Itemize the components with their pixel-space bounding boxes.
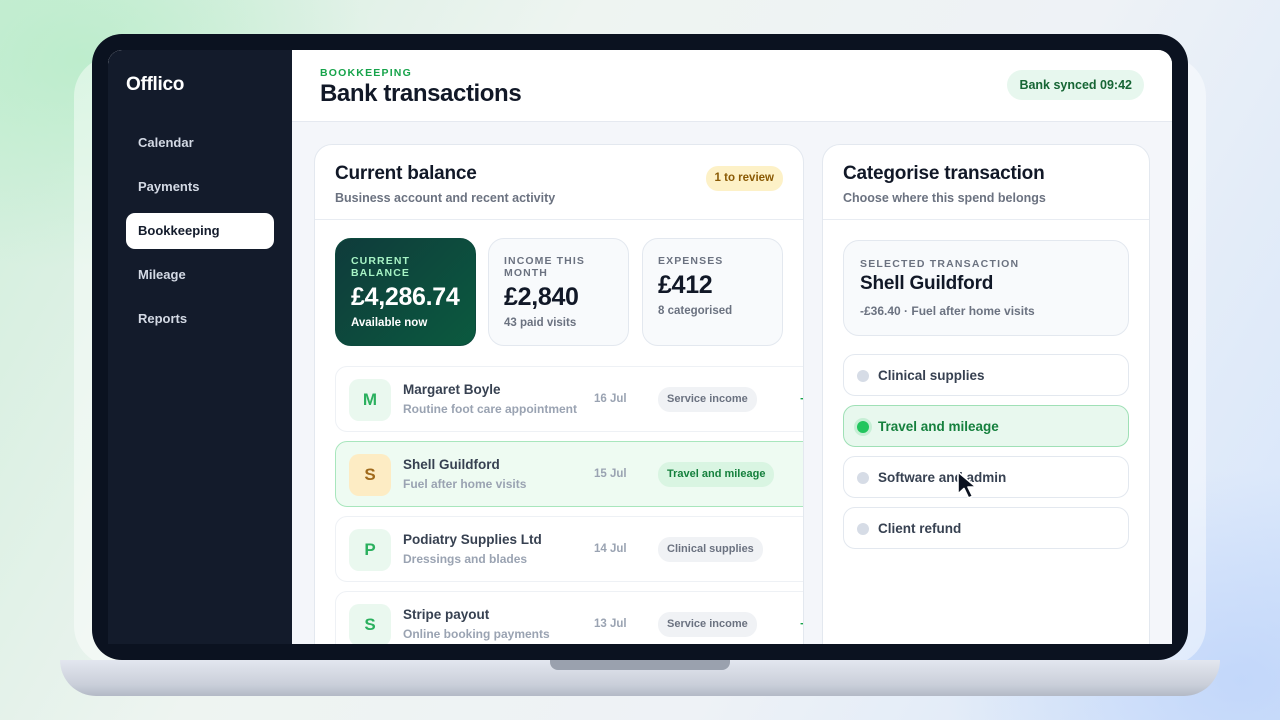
- selected-transaction: SELECTED TRANSACTION Shell Guildford -£3…: [843, 240, 1129, 336]
- categorise-card-title: Categorise transaction: [843, 163, 1045, 184]
- bank-sync-badge: Bank synced 09:42: [1007, 70, 1144, 100]
- transaction-amount: +: [800, 616, 803, 631]
- transaction-row[interactable]: S Stripe payout Online booking payments …: [335, 591, 803, 644]
- stat-foot: 8 categorised: [658, 305, 733, 317]
- expenses-tile: EXPENSES £412 8 categorised: [642, 238, 783, 346]
- selected-transaction-detail: -£36.40 · Fuel after home visits: [860, 304, 1035, 318]
- category-option-travel-and-mileage[interactable]: Travel and mileage: [843, 405, 1129, 447]
- sidebar-item-payments[interactable]: Payments: [126, 169, 274, 205]
- sidebar-item-reports[interactable]: Reports: [126, 301, 274, 337]
- sidebar: Offlico Calendar Payments Bookkeeping Mi…: [108, 50, 292, 644]
- category-option-label: Clinical supplies: [878, 368, 985, 383]
- stat-value: £4,286.74: [351, 283, 460, 311]
- page-title: Bank transactions: [320, 80, 522, 107]
- transaction-row[interactable]: M Margaret Boyle Routine foot care appoi…: [335, 366, 803, 432]
- category-option-software-and-admin[interactable]: Software and admin: [843, 456, 1129, 498]
- laptop-notch: [550, 660, 730, 670]
- transaction-description: Fuel after home visits: [403, 477, 527, 491]
- brand-logo: Offlico: [126, 74, 185, 95]
- stat-label: EXPENSES: [658, 255, 724, 267]
- transaction-name: Stripe payout: [403, 607, 490, 622]
- avatar: P: [349, 529, 391, 571]
- radio-dot-icon: [857, 523, 869, 535]
- transaction-date: 14 Jul: [594, 543, 627, 555]
- avatar: S: [349, 604, 391, 644]
- income-tile: INCOME THIS MONTH £2,840 43 paid visits: [488, 238, 629, 346]
- stat-foot: Available now: [351, 317, 428, 329]
- stat-label: INCOME THIS MONTH: [504, 255, 585, 279]
- mouse-pointer-icon: [957, 471, 977, 499]
- radio-dot-icon: [857, 421, 869, 433]
- transaction-description: Routine foot care appointment: [403, 402, 577, 416]
- categorise-card-header: Categorise transaction Choose where this…: [823, 145, 1149, 220]
- transaction-date: 16 Jul: [594, 393, 627, 405]
- avatar: S: [349, 454, 391, 496]
- stat-label: CURRENT BALANCE: [351, 255, 411, 279]
- sidebar-item-mileage[interactable]: Mileage: [126, 257, 274, 293]
- category-tag: Travel and mileage: [658, 462, 775, 487]
- category-option-clinical-supplies[interactable]: Clinical supplies: [843, 354, 1129, 396]
- transaction-row-selected[interactable]: S Shell Guildford Fuel after home visits…: [335, 441, 803, 507]
- category-tag: Clinical supplies: [658, 537, 763, 562]
- radio-dot-icon: [857, 370, 869, 382]
- transaction-description: Dressings and blades: [403, 552, 528, 566]
- balance-card-header: Current balance Business account and rec…: [315, 145, 803, 220]
- selected-transaction-label: SELECTED TRANSACTION: [860, 258, 1020, 270]
- page-header: BOOKKEEPING Bank transactions Bank synce…: [292, 50, 1172, 122]
- current-balance-tile: CURRENT BALANCE £4,286.74 Available now: [335, 238, 476, 346]
- transaction-date: 13 Jul: [594, 618, 627, 630]
- balance-card: Current balance Business account and rec…: [314, 144, 804, 644]
- avatar: M: [349, 379, 391, 421]
- radio-dot-icon: [857, 472, 869, 484]
- category-tag: Service income: [658, 612, 757, 637]
- balance-card-subtitle: Business account and recent activity: [335, 191, 556, 205]
- sidebar-item-bookkeeping[interactable]: Bookkeeping: [126, 213, 274, 249]
- transaction-name: Margaret Boyle: [403, 382, 501, 397]
- transaction-description: Online booking payments: [403, 627, 550, 641]
- stat-value: £2,840: [504, 283, 579, 311]
- transaction-date: 15 Jul: [594, 468, 627, 480]
- category-option-label: Client refund: [878, 521, 962, 536]
- review-badge[interactable]: 1 to review: [705, 166, 783, 191]
- transaction-amount: +: [800, 391, 803, 406]
- category-option-client-refund[interactable]: Client refund: [843, 507, 1129, 549]
- transaction-row[interactable]: P Podiatry Supplies Ltd Dressings and bl…: [335, 516, 803, 582]
- transaction-name: Shell Guildford: [403, 457, 500, 472]
- section-eyebrow: BOOKKEEPING: [320, 67, 412, 79]
- category-option-label: Travel and mileage: [878, 419, 999, 434]
- stat-foot: 43 paid visits: [504, 317, 577, 329]
- category-option-label: Software and admin: [878, 470, 1007, 485]
- sidebar-item-calendar[interactable]: Calendar: [126, 125, 274, 161]
- categorise-card-subtitle: Choose where this spend belongs: [843, 191, 1046, 205]
- app-screen: Offlico Calendar Payments Bookkeeping Mi…: [108, 50, 1172, 644]
- balance-card-title: Current balance: [335, 163, 477, 184]
- stat-value: £412: [658, 271, 713, 299]
- selected-transaction-name: Shell Guildford: [860, 273, 994, 294]
- category-tag: Service income: [658, 387, 757, 412]
- categorise-card: Categorise transaction Choose where this…: [822, 144, 1150, 644]
- transaction-name: Podiatry Supplies Ltd: [403, 532, 542, 547]
